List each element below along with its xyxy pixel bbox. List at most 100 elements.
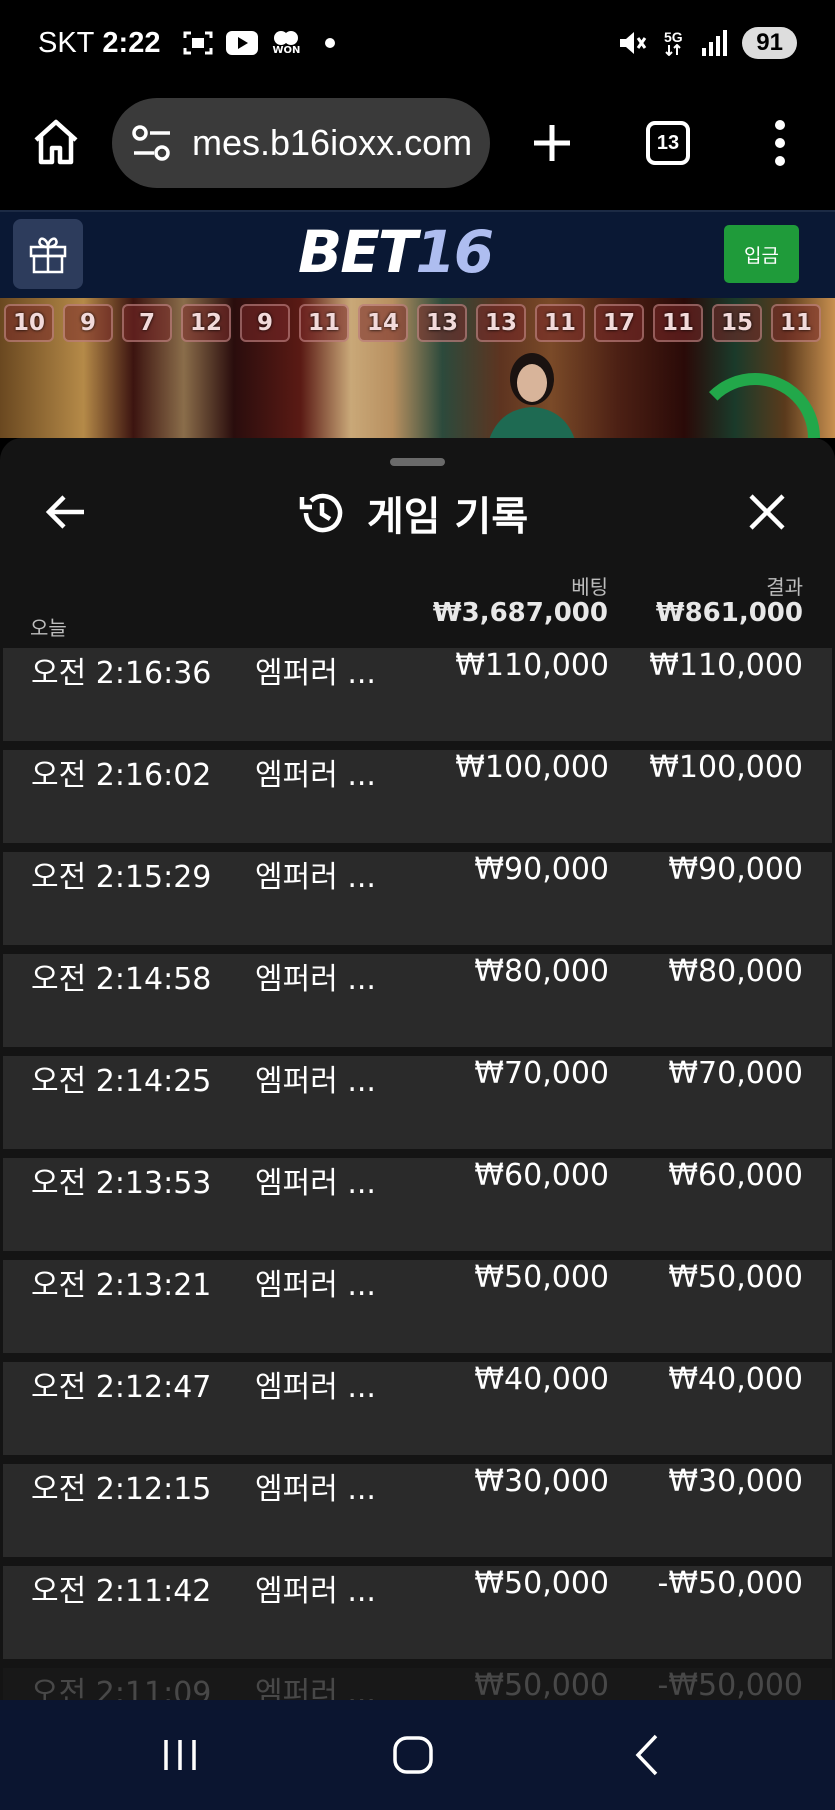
back-nav-button[interactable] bbox=[618, 1730, 678, 1780]
deposit-button[interactable]: 입금 bbox=[724, 225, 799, 283]
home-nav-button[interactable] bbox=[383, 1730, 443, 1780]
notification-dot-icon bbox=[314, 29, 346, 57]
gift-icon bbox=[29, 237, 67, 274]
roadmap-chips: 10 9 7 12 9 11 14 13 13 11 17 11 15 11 bbox=[0, 304, 835, 342]
row-result-amount: ₩40,000 bbox=[668, 1362, 803, 1397]
address-bar[interactable]: mes.b16ioxx.com bbox=[112, 98, 490, 188]
arrow-left-icon bbox=[45, 495, 84, 529]
row-bet-amount: ₩100,000 bbox=[455, 750, 609, 785]
result-total: ₩861,000 bbox=[655, 598, 803, 628]
date-label: 오늘 bbox=[30, 616, 67, 640]
row-result-amount: ₩30,000 bbox=[668, 1464, 803, 1499]
row-time: 오전 2:11:09 bbox=[31, 1676, 212, 1700]
close-icon bbox=[749, 494, 785, 530]
row-bet-amount: ₩80,000 bbox=[474, 954, 609, 989]
history-icon bbox=[299, 493, 343, 533]
drag-handle[interactable] bbox=[390, 458, 445, 466]
row-result-amount: -₩50,000 bbox=[657, 1668, 803, 1700]
row-bet-amount: ₩50,000 bbox=[474, 1566, 609, 1601]
mute-icon bbox=[616, 29, 648, 57]
row-result-amount: ₩80,000 bbox=[668, 954, 803, 989]
row-game-name: 엠퍼러 ... bbox=[255, 1268, 376, 1303]
status-time: 2:22 bbox=[102, 26, 161, 59]
network-label: 5G bbox=[663, 29, 683, 45]
game-history-panel: 게임 기록 오늘 베팅 ₩3,687,000 결과 ₩861,000 오전 2:… bbox=[0, 438, 835, 1700]
site-settings-icon[interactable] bbox=[130, 123, 176, 163]
roadmap-chip: 9 bbox=[63, 304, 113, 342]
roadmap-chip: 14 bbox=[358, 304, 408, 342]
result-column-label: 결과 bbox=[766, 575, 803, 599]
roadmap-chip: 15 bbox=[712, 304, 762, 342]
browser-toolbar: mes.b16ioxx.com 13 bbox=[0, 86, 835, 210]
roadmap-chip: 11 bbox=[771, 304, 821, 342]
site-header: BET16 입금 bbox=[0, 210, 835, 298]
tab-switcher-button[interactable]: 13 bbox=[646, 121, 690, 165]
row-time: 오전 2:11:42 bbox=[31, 1574, 212, 1609]
row-time: 오전 2:16:36 bbox=[31, 656, 212, 691]
row-time: 오전 2:14:58 bbox=[31, 962, 212, 997]
row-time: 오전 2:16:02 bbox=[31, 758, 212, 793]
row-time: 오전 2:12:47 bbox=[31, 1370, 212, 1405]
history-row[interactable]: 오전 2:12:47 엠퍼러 ... ₩40,000 ₩40,000 bbox=[3, 1362, 832, 1455]
row-bet-amount: ₩40,000 bbox=[474, 1362, 609, 1397]
history-row[interactable]: 오전 2:11:42 엠퍼러 ... ₩50,000 -₩50,000 bbox=[3, 1566, 832, 1659]
row-bet-amount: ₩70,000 bbox=[474, 1056, 609, 1091]
history-row[interactable]: 오전 2:11:09 엠퍼러 ... ₩50,000 -₩50,000 bbox=[3, 1668, 832, 1700]
history-row[interactable]: 오전 2:12:15 엠퍼러 ... ₩30,000 ₩30,000 bbox=[3, 1464, 832, 1557]
row-time: 오전 2:13:21 bbox=[31, 1268, 212, 1303]
logo-number: 16 bbox=[415, 218, 494, 286]
screenshot-icon bbox=[182, 29, 214, 57]
site-logo[interactable]: BET16 bbox=[298, 218, 494, 286]
browser-menu-button[interactable] bbox=[765, 116, 795, 170]
back-button[interactable] bbox=[44, 490, 88, 534]
roadmap-chip: 10 bbox=[4, 304, 54, 342]
url-text: mes.b16ioxx.com bbox=[192, 122, 473, 163]
row-bet-amount: ₩50,000 bbox=[474, 1260, 609, 1295]
history-row[interactable]: 오전 2:16:02 엠퍼러 ... ₩100,000 ₩100,000 bbox=[3, 750, 832, 843]
plus-icon bbox=[534, 125, 570, 161]
history-row[interactable]: 오전 2:15:29 엠퍼러 ... ₩90,000 ₩90,000 bbox=[3, 852, 832, 945]
history-summary: 오늘 베팅 ₩3,687,000 결과 ₩861,000 bbox=[0, 568, 835, 654]
dealer-image bbox=[489, 353, 575, 438]
row-bet-amount: ₩50,000 bbox=[474, 1668, 609, 1700]
countdown-timer bbox=[690, 373, 820, 438]
chevron-left-icon bbox=[635, 1734, 658, 1776]
android-nav-bar bbox=[0, 1700, 835, 1810]
history-row[interactable]: 오전 2:16:36 엠퍼러 ... ₩110,000 ₩110,000 bbox=[3, 648, 832, 741]
row-result-amount: ₩110,000 bbox=[649, 648, 803, 683]
history-row[interactable]: 오전 2:13:53 엠퍼러 ... ₩60,000 ₩60,000 bbox=[3, 1158, 832, 1251]
bet-column-label: 베팅 bbox=[571, 575, 608, 599]
network-5g-icon: 5G bbox=[660, 29, 686, 57]
row-time: 오전 2:12:15 bbox=[31, 1472, 212, 1507]
won-app-icon: WON bbox=[270, 29, 302, 57]
youtube-icon bbox=[226, 29, 259, 57]
row-game-name: 엠퍼러 ... bbox=[255, 1370, 376, 1405]
row-game-name: 엠퍼러 ... bbox=[255, 1676, 376, 1700]
history-row[interactable]: 오전 2:14:25 엠퍼러 ... ₩70,000 ₩70,000 bbox=[3, 1056, 832, 1149]
row-bet-amount: ₩90,000 bbox=[474, 852, 609, 887]
row-time: 오전 2:14:25 bbox=[31, 1064, 212, 1099]
row-result-amount: ₩90,000 bbox=[668, 852, 803, 887]
status-bar: SKT 2:22 WON 5G 91 bbox=[0, 0, 835, 86]
new-tab-button[interactable] bbox=[527, 118, 577, 168]
gift-button[interactable] bbox=[13, 219, 83, 289]
row-time: 오전 2:15:29 bbox=[31, 860, 212, 895]
history-row[interactable]: 오전 2:13:21 엠퍼러 ... ₩50,000 ₩50,000 bbox=[3, 1260, 832, 1353]
roadmap-chip: 12 bbox=[181, 304, 231, 342]
row-bet-amount: ₩60,000 bbox=[474, 1158, 609, 1193]
row-game-name: 엠퍼러 ... bbox=[255, 1574, 376, 1609]
home-button[interactable] bbox=[30, 116, 82, 168]
history-row[interactable]: 오전 2:14:58 엠퍼러 ... ₩80,000 ₩80,000 bbox=[3, 954, 832, 1047]
recent-apps-icon bbox=[164, 1740, 196, 1770]
row-game-name: 엠퍼러 ... bbox=[255, 1064, 376, 1099]
row-game-name: 엠퍼러 ... bbox=[255, 860, 376, 895]
live-game-preview[interactable]: 10 9 7 12 9 11 14 13 13 11 17 11 15 11 bbox=[0, 298, 835, 438]
home-circle-icon bbox=[393, 1736, 433, 1774]
won-label: WON bbox=[272, 45, 301, 56]
row-bet-amount: ₩110,000 bbox=[455, 648, 609, 683]
roadmap-chip: 7 bbox=[122, 304, 172, 342]
panel-title: 게임 기록 bbox=[297, 484, 528, 542]
recent-apps-button[interactable] bbox=[150, 1730, 210, 1780]
close-button[interactable] bbox=[747, 492, 787, 532]
row-game-name: 엠퍼러 ... bbox=[255, 1472, 376, 1507]
